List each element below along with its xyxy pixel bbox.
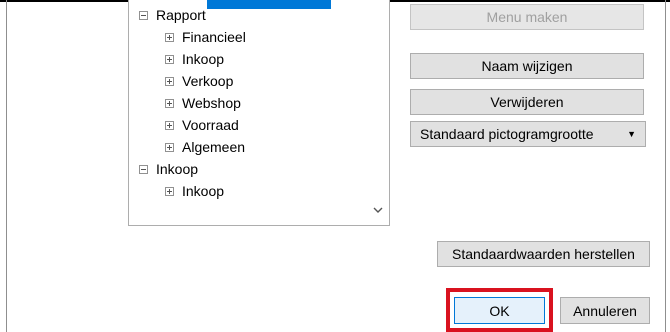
tree-item-label: Financieel bbox=[182, 29, 246, 45]
expand-icon[interactable] bbox=[165, 76, 174, 86]
naam-wijzigen-button[interactable]: Naam wijzigen bbox=[410, 53, 644, 79]
tree-item-inkoop-sub[interactable]: Inkoop bbox=[165, 180, 224, 202]
tree-item-label: Inkoop bbox=[182, 183, 225, 199]
tree-item-label: Algemeen bbox=[182, 139, 246, 155]
tree-item-label: Rapport bbox=[156, 7, 206, 23]
dropdown-selected-value: Standaard pictogramgrootte bbox=[420, 126, 594, 142]
collapse-icon[interactable] bbox=[139, 10, 148, 20]
tree-item-inkoop-group[interactable]: Inkoop bbox=[139, 158, 198, 180]
menu-tree[interactable]: Rapport Financieel Inkoop Verkoop Websho… bbox=[128, 0, 390, 226]
tree-item-rapport[interactable]: Rapport bbox=[139, 4, 206, 26]
tree-item-label: Voorraad bbox=[182, 117, 239, 133]
chevron-down-icon: ▼ bbox=[627, 129, 636, 139]
expand-icon[interactable] bbox=[165, 142, 174, 152]
dialog-frame-right bbox=[665, 0, 666, 332]
tree-item-label: Inkoop bbox=[156, 161, 199, 177]
tree-item-verkoop[interactable]: Verkoop bbox=[165, 70, 233, 92]
dialog-frame-left bbox=[6, 0, 7, 332]
tree-item-webshop[interactable]: Webshop bbox=[165, 92, 241, 114]
selected-tree-item[interactable] bbox=[207, 0, 331, 9]
scroll-down-icon[interactable] bbox=[372, 204, 384, 216]
tree-item-label: Inkoop bbox=[182, 51, 225, 67]
expand-icon[interactable] bbox=[165, 186, 174, 196]
tree-item-inkoop[interactable]: Inkoop bbox=[165, 48, 224, 70]
expand-icon[interactable] bbox=[165, 120, 174, 130]
verwijderen-button[interactable]: Verwijderen bbox=[410, 89, 644, 115]
ok-highlight-box bbox=[446, 288, 553, 332]
tree-item-algemeen[interactable]: Algemeen bbox=[165, 136, 245, 158]
pictogramgrootte-dropdown[interactable]: Standaard pictogramgrootte ▼ bbox=[410, 121, 646, 147]
expand-icon[interactable] bbox=[165, 98, 174, 108]
expand-icon[interactable] bbox=[165, 32, 174, 42]
menu-maken-button[interactable]: Menu maken bbox=[410, 4, 644, 30]
standaardwaarden-herstellen-button[interactable]: Standaardwaarden herstellen bbox=[437, 241, 650, 267]
collapse-icon[interactable] bbox=[139, 164, 148, 174]
tree-item-label: Webshop bbox=[182, 95, 241, 111]
tree-item-financieel[interactable]: Financieel bbox=[165, 26, 246, 48]
tree-item-voorraad[interactable]: Voorraad bbox=[165, 114, 239, 136]
tree-item-label: Verkoop bbox=[182, 73, 234, 89]
annuleren-button[interactable]: Annuleren bbox=[560, 297, 650, 324]
expand-icon[interactable] bbox=[165, 54, 174, 64]
